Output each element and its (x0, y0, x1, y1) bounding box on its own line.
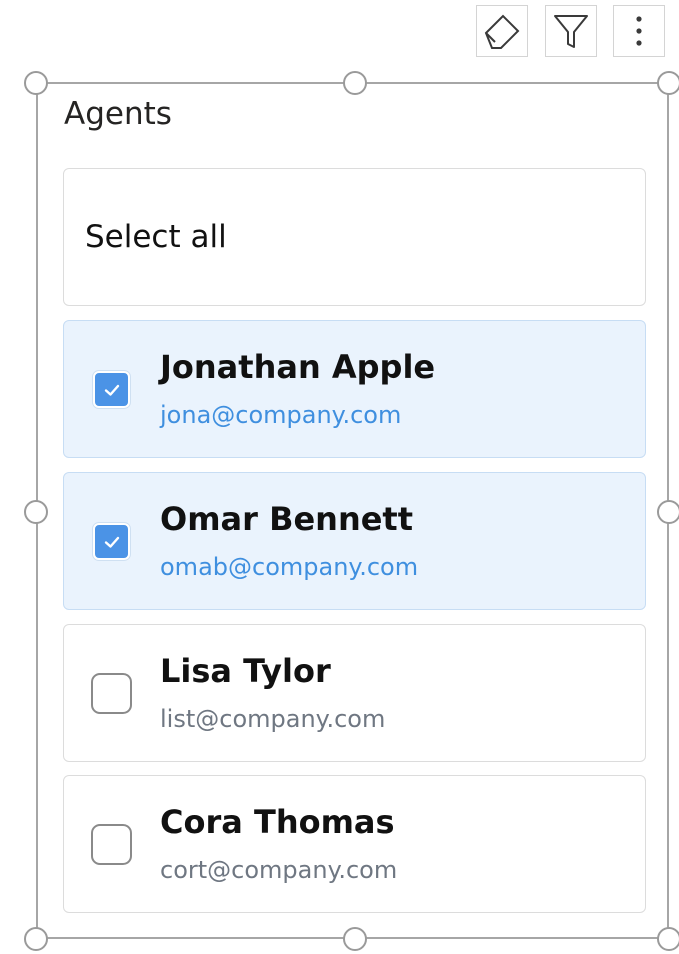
agent-name: Lisa Tylor (160, 652, 331, 690)
filter-icon (554, 15, 588, 48)
clear-selections-button[interactable] (476, 5, 528, 57)
eraser-icon (484, 14, 520, 49)
agent-list-item[interactable]: Jonathan Apple jona@company.com (63, 320, 646, 458)
more-vertical-icon (636, 16, 642, 46)
filter-button[interactable] (545, 5, 597, 57)
resize-handle-middle-left[interactable] (24, 500, 48, 524)
select-all-option[interactable]: Select all (63, 168, 646, 306)
agent-name: Cora Thomas (160, 803, 395, 841)
agent-checkbox[interactable] (91, 673, 132, 714)
agent-name: Jonathan Apple (160, 348, 436, 386)
resize-handle-bottom-left[interactable] (24, 927, 48, 951)
agent-name: Omar Bennett (160, 500, 414, 538)
resize-handle-top-right[interactable] (657, 71, 679, 95)
resize-handle-bottom-right[interactable] (657, 927, 679, 951)
agent-checkbox[interactable] (91, 824, 132, 865)
agent-email: cort@company.com (160, 856, 398, 884)
resize-handle-middle-right[interactable] (657, 500, 679, 524)
checkmark-icon (104, 536, 119, 548)
more-options-button[interactable] (613, 5, 665, 57)
agent-checkbox[interactable] (93, 371, 130, 408)
resize-handle-top-center[interactable] (343, 71, 367, 95)
checkmark-icon (104, 384, 119, 396)
resize-handle-top-left[interactable] (24, 71, 48, 95)
visual-container: Agents Select all Jonathan Apple jona@co… (0, 0, 679, 954)
agent-checkbox[interactable] (93, 523, 130, 560)
panel-title: Agents (64, 96, 172, 132)
resize-handle-bottom-center[interactable] (343, 927, 367, 951)
agent-email: omab@company.com (160, 553, 419, 581)
agent-list-item[interactable]: Cora Thomas cort@company.com (63, 775, 646, 913)
agent-list-item[interactable]: Lisa Tylor list@company.com (63, 624, 646, 762)
agent-email: jona@company.com (160, 401, 402, 429)
select-all-label: Select all (85, 219, 227, 255)
agent-email: list@company.com (160, 705, 386, 733)
agent-list-item[interactable]: Omar Bennett omab@company.com (63, 472, 646, 610)
